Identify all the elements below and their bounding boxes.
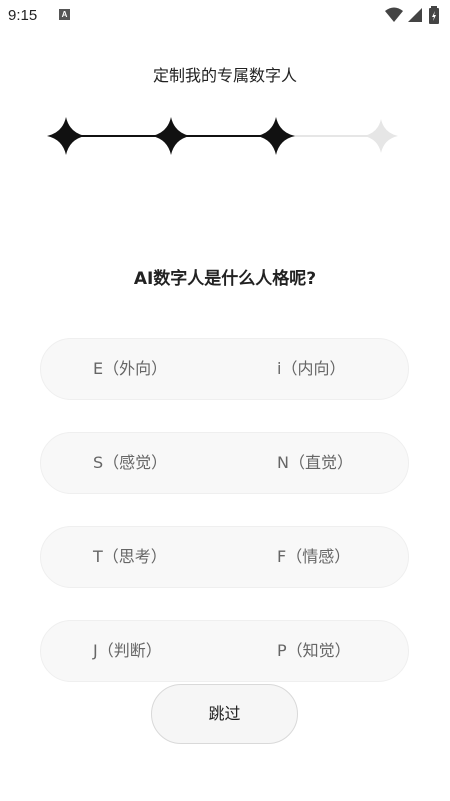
option-f[interactable]: F（情感） bbox=[277, 527, 350, 587]
question-text: AI数字人是什么人格呢? bbox=[133, 269, 317, 289]
step-progress bbox=[47, 117, 398, 155]
option-s[interactable]: S（感觉） bbox=[93, 433, 167, 493]
page-title: 定制我的专属数字人 bbox=[152, 66, 297, 85]
step-star-icon bbox=[152, 117, 190, 155]
step-star-icon bbox=[257, 117, 295, 155]
battery-icon bbox=[429, 6, 439, 24]
option-n[interactable]: N（直觉） bbox=[277, 433, 353, 493]
option-pair-jp: J（判断） P（知觉） bbox=[40, 620, 409, 682]
skip-button[interactable]: 跳过 bbox=[151, 684, 298, 744]
wifi-icon bbox=[385, 7, 403, 22]
signal-icon bbox=[408, 8, 422, 22]
option-pair-sn: S（感觉） N（直觉） bbox=[40, 432, 409, 494]
option-i[interactable]: i（内向） bbox=[277, 339, 345, 399]
status-time: 9:15 bbox=[8, 7, 38, 24]
option-pair-ei: E（外向） i（内向） bbox=[40, 338, 409, 400]
notification-a-icon: A bbox=[59, 9, 70, 20]
step-star-icon bbox=[364, 119, 398, 153]
option-t[interactable]: T（思考） bbox=[93, 527, 167, 587]
option-pair-tf: T（思考） F（情感） bbox=[40, 526, 409, 588]
option-p[interactable]: P（知觉） bbox=[277, 621, 351, 681]
option-j[interactable]: J（判断） bbox=[93, 621, 162, 681]
step-star-icon bbox=[47, 117, 85, 155]
option-e[interactable]: E（外向） bbox=[93, 339, 167, 399]
status-bar: 9:15 A bbox=[0, 0, 450, 32]
